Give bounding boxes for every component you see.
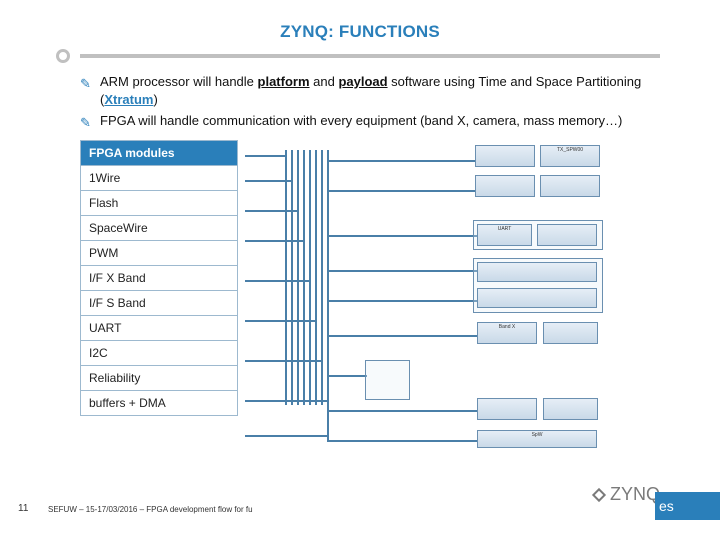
diagram-block [537, 224, 597, 246]
fpga-modules-table: FPGA modules 1Wire Flash SpaceWire PWM I… [80, 140, 238, 416]
diagram-block [477, 288, 597, 308]
zynq-logo: ZYNQ [594, 484, 660, 505]
diagram-block-bandx: Band X [477, 322, 537, 344]
fpga-row: Reliability [80, 366, 238, 391]
bullet-1-payload: payload [338, 74, 387, 89]
connector [327, 410, 477, 412]
page-number: 11 [18, 503, 28, 514]
fpga-row: PWM [80, 241, 238, 266]
zynq-logo-text: ZYNQ [610, 484, 660, 504]
connector [327, 160, 477, 162]
bullet-1-text-a: ARM processor will handle [100, 74, 258, 89]
diagram-block-uart: UART [477, 224, 532, 246]
connector [327, 335, 477, 337]
connector [327, 440, 477, 442]
block-diagram: TX_SPW00 UART Band X SpW [225, 140, 665, 450]
divider-rule [80, 54, 660, 58]
diagram-block [475, 145, 535, 167]
bullet-icon: ✎ [80, 114, 91, 132]
connector [327, 270, 477, 272]
bullet-1-xtratum: Xtratum [104, 92, 153, 107]
connector [327, 300, 477, 302]
bullet-icon: ✎ [80, 75, 91, 93]
connector [327, 235, 477, 237]
diagram-block [543, 398, 598, 420]
diagram-block-spw: SpW [477, 430, 597, 448]
bus-line [303, 150, 305, 405]
connector [245, 280, 309, 282]
diagram-block [475, 175, 535, 197]
diagram-block [477, 398, 537, 420]
fpga-row: SpaceWire [80, 216, 238, 241]
fpga-row: I/F S Band [80, 291, 238, 316]
bus-line [285, 150, 287, 405]
fpga-row: I2C [80, 341, 238, 366]
bullet-list: ✎ ARM processor will handle platform and… [80, 73, 660, 130]
diagram-group-mmu [365, 360, 410, 400]
bus-line [297, 150, 299, 405]
fpga-row: 1Wire [80, 166, 238, 191]
connector [327, 375, 367, 377]
content-row: FPGA modules 1Wire Flash SpaceWire PWM I… [80, 140, 720, 465]
bullet-2: ✎ FPGA will handle communication with ev… [80, 112, 660, 130]
bullet-2-text: FPGA will handle communication with ever… [100, 113, 622, 128]
connector [327, 190, 477, 192]
slide-title: ZYNQ: FUNCTIONS [0, 0, 720, 54]
diagram-block [540, 175, 600, 197]
fpga-row: buffers + DMA [80, 391, 238, 416]
fpga-table-header: FPGA modules [80, 140, 238, 166]
connector [245, 360, 321, 362]
connector [245, 155, 285, 157]
connector [245, 320, 315, 322]
connector [245, 400, 327, 402]
bus-line [315, 150, 317, 405]
connector [245, 435, 327, 437]
bus-line [291, 150, 293, 405]
bus-line [309, 150, 311, 405]
fpga-row: I/F X Band [80, 266, 238, 291]
bullet-1-platform: platform [258, 74, 310, 89]
bullet-1-text-d: ) [153, 92, 157, 107]
divider-dot [56, 49, 70, 63]
connector [245, 240, 303, 242]
diagram-block [543, 322, 598, 344]
bullet-1-text-b: and [310, 74, 339, 89]
connector [245, 210, 297, 212]
bus-line [327, 150, 329, 440]
fpga-row: UART [80, 316, 238, 341]
zynq-diamond-icon [592, 488, 606, 502]
fpga-row: Flash [80, 191, 238, 216]
bus-line [321, 150, 323, 405]
footer-text: SEFUW – 15-17/03/2016 – FPGA development… [48, 505, 253, 514]
diagram-block-tx-spw: TX_SPW00 [540, 145, 600, 167]
brand-stripe: es [655, 492, 720, 520]
connector [245, 180, 291, 182]
bullet-1: ✎ ARM processor will handle platform and… [80, 73, 660, 108]
diagram-block [477, 262, 597, 282]
